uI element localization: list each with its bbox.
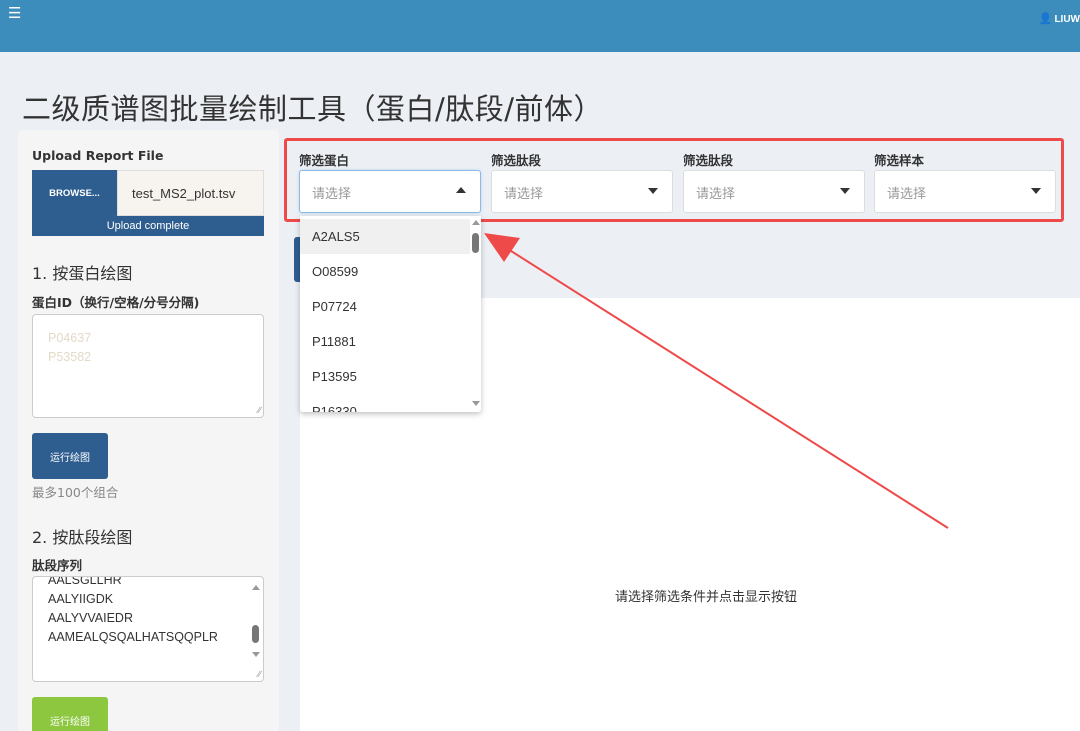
- peptide-line: AALYVVAIEDR: [48, 611, 133, 625]
- sidebar-panel: Upload Report File BROWSE... test_MS2_pl…: [18, 130, 279, 731]
- dropdown-option[interactable]: P16330: [300, 394, 470, 412]
- filter-row-highlight: 筛选蛋白 请选择 筛选肽段 请选择 筛选肽段 请选择 筛选样本 请选择: [284, 138, 1064, 222]
- scrollbar-thumb[interactable]: [472, 233, 479, 253]
- filter-placeholder: 请选择: [696, 187, 736, 202]
- filter-protein-label: 筛选蛋白: [299, 153, 350, 168]
- peptide-line: AAMEALQSQALHATSQQPLR: [48, 630, 218, 644]
- browse-button[interactable]: BROWSE...: [32, 170, 117, 216]
- dropdown-scrollbar[interactable]: [470, 216, 481, 412]
- peptide-line: AALYIIGDK: [48, 592, 114, 606]
- textarea-scrollbar[interactable]: [250, 579, 260, 675]
- page-title: 二级质谱图批量绘制工具（蛋白/肽段/前体）: [22, 92, 604, 126]
- filter-peptide-label: 筛选肽段: [491, 153, 542, 168]
- file-name-field[interactable]: test_MS2_plot.tsv: [117, 170, 264, 216]
- protein-id-textarea[interactable]: P04637 P53582 ∕∕: [32, 314, 264, 418]
- file-upload: BROWSE... test_MS2_plot.tsv: [32, 170, 264, 216]
- filter-placeholder: 请选择: [312, 187, 352, 202]
- top-navbar: ☰ 👤 LIUW: [0, 0, 1080, 52]
- empty-state-message: 请选择筛选条件并点击显示按钮: [615, 590, 798, 605]
- peptide-line: AALSGLLHR: [48, 576, 122, 587]
- section-peptide-heading: 2. 按肽段绘图: [32, 528, 133, 547]
- upload-progress-bar: Upload complete: [32, 216, 264, 236]
- peptide-seq-textarea[interactable]: AALSGLLHR AALYIIGDK AALYVVAIEDR AAMEALQS…: [32, 576, 264, 682]
- dropdown-option[interactable]: O08599: [300, 254, 470, 289]
- caret-down-icon: [648, 188, 658, 194]
- placeholder-line: P53582: [48, 350, 92, 364]
- peptide-seq-label: 肽段序列: [32, 558, 83, 573]
- run-peptide-plot-button[interactable]: 运行绘图: [32, 697, 108, 731]
- placeholder-line: P04637: [48, 331, 92, 345]
- caret-down-icon: [840, 188, 850, 194]
- user-label: LIUW: [1054, 14, 1080, 25]
- arrow-head: [484, 233, 520, 262]
- protein-id-label: 蛋白ID（换行/空格/分号分隔): [32, 295, 200, 310]
- filter-sample-label: 筛选样本: [874, 153, 925, 168]
- filter-peptide2-label: 筛选肽段: [683, 153, 734, 168]
- upload-label: Upload Report File: [32, 148, 164, 163]
- caret-up-icon: [456, 187, 466, 193]
- protein-dropdown-menu: A2ALS5 O08599 P07724 P11881 P13595 P1633…: [300, 216, 481, 412]
- user-icon: 👤: [1038, 13, 1053, 25]
- dropdown-option[interactable]: A2ALS5: [300, 219, 470, 254]
- scroll-down-icon[interactable]: [472, 401, 480, 406]
- hamburger-icon[interactable]: ☰: [8, 6, 21, 21]
- section-protein-heading: 1. 按蛋白绘图: [32, 264, 133, 283]
- scrollbar-thumb[interactable]: [252, 625, 259, 643]
- run-protein-plot-button[interactable]: 运行绘图: [32, 433, 108, 479]
- resize-handle-icon[interactable]: ∕∕: [258, 669, 261, 679]
- scroll-up-icon[interactable]: [252, 585, 260, 590]
- filter-protein-select[interactable]: 请选择: [299, 170, 481, 213]
- dropdown-option[interactable]: P11881: [300, 324, 470, 359]
- limit-note: 最多100个组合: [32, 485, 119, 500]
- scroll-up-icon[interactable]: [472, 220, 480, 225]
- caret-down-icon: [1031, 188, 1041, 194]
- scroll-down-icon[interactable]: [252, 652, 260, 657]
- filter-peptide-select[interactable]: 请选择: [491, 170, 673, 213]
- dropdown-option[interactable]: P13595: [300, 359, 470, 394]
- filter-peptide2-select[interactable]: 请选择: [683, 170, 865, 213]
- user-menu[interactable]: 👤 LIUW: [1039, 12, 1080, 25]
- filter-placeholder: 请选择: [887, 187, 927, 202]
- filter-placeholder: 请选择: [504, 187, 544, 202]
- resize-handle-icon[interactable]: ∕∕: [258, 405, 261, 415]
- filter-sample-select[interactable]: 请选择: [874, 170, 1056, 213]
- dropdown-option[interactable]: P07724: [300, 289, 470, 324]
